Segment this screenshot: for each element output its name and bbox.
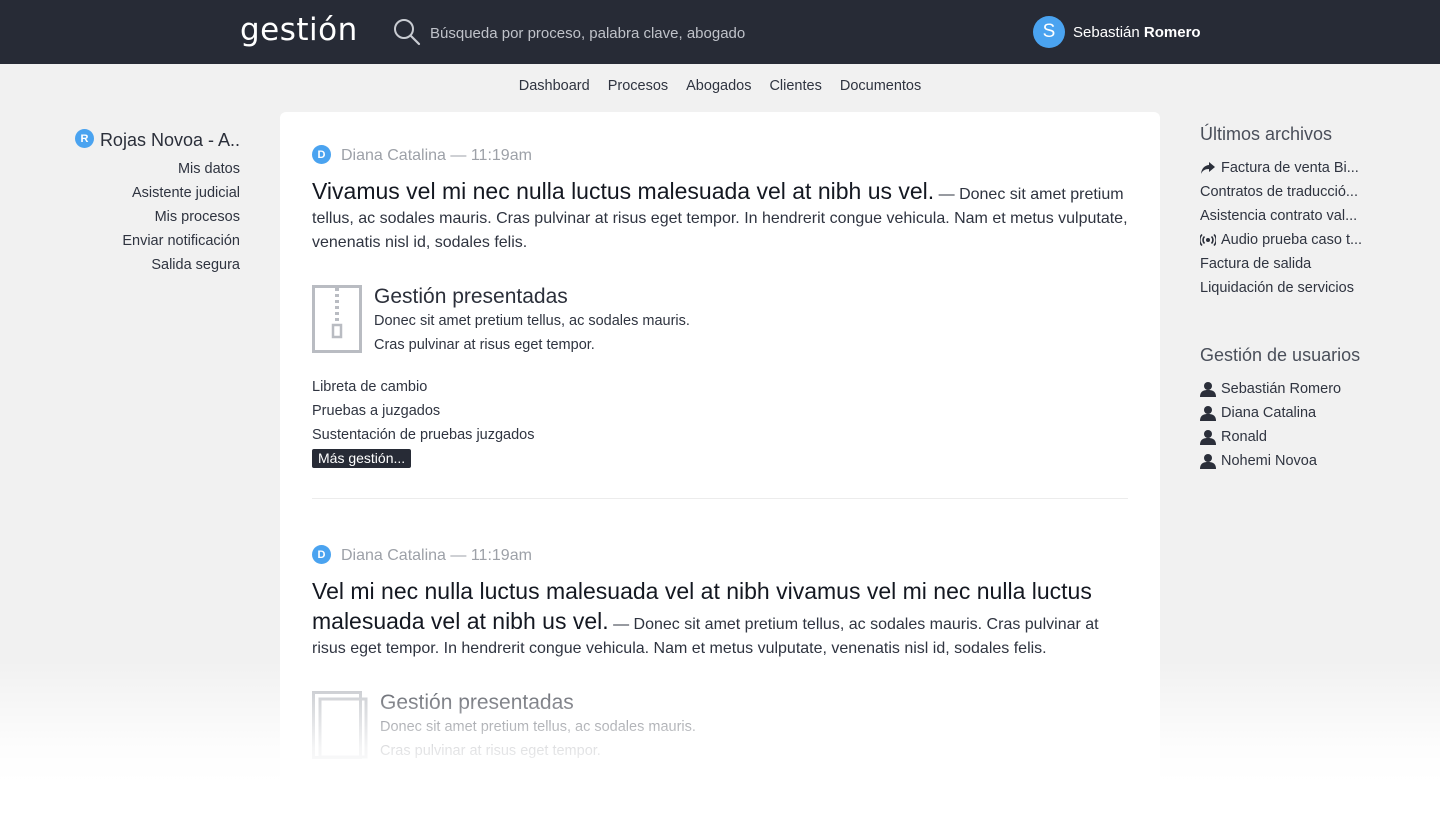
attachment[interactable]: Gestión presentadas Donec sit amet preti…: [312, 691, 1128, 763]
user-menu[interactable]: S Sebastián Romero: [1033, 16, 1201, 48]
feed-card: D Diana Catalina — 11:19am Vivamus vel m…: [280, 112, 1160, 836]
user-icon: [1200, 382, 1216, 397]
file-item[interactable]: Factura de venta Bi...: [1200, 156, 1400, 180]
user-label: Sebastián Romero: [1221, 381, 1342, 397]
top-bar: gestión S Sebastián Romero: [0, 0, 1440, 64]
nav-procesos[interactable]: Procesos: [608, 78, 668, 94]
right-sidebar: Últimos archivos Factura de venta Bi... …: [1200, 122, 1400, 473]
file-label: Liquidación de servicios: [1200, 280, 1354, 296]
menu-mis-procesos[interactable]: Mis procesos: [80, 205, 240, 229]
feed-post: D Diana Catalina — 11:19am Vel mi nec nu…: [312, 545, 1128, 763]
user-name: Sebastián Romero: [1073, 24, 1201, 41]
attachment-line: Cras pulvinar at risus eget tempor.: [380, 743, 601, 759]
main-nav: Dashboard Procesos Abogados Clientes Doc…: [0, 78, 1440, 94]
more-button[interactable]: Más gestión...: [312, 449, 412, 468]
attachment-body: Gestión presentadas Donec sit amet preti…: [380, 691, 696, 763]
file-label: Audio prueba caso t...: [1221, 232, 1363, 248]
org-badge: R: [74, 129, 94, 148]
app-logo[interactable]: gestión: [240, 12, 358, 48]
left-sidebar: R Rojas Novoa - A.. Mis datos Asistente …: [74, 129, 240, 277]
user-management-title: Gestión de usuarios: [1200, 345, 1361, 365]
user-icon: [1200, 430, 1216, 445]
link-sustentacion-pruebas[interactable]: Sustentación de pruebas juzgados: [312, 423, 1128, 447]
user-icon: [1200, 454, 1216, 469]
user-item[interactable]: Nohemi Novoa: [1200, 449, 1400, 473]
user-label: Diana Catalina: [1221, 405, 1317, 421]
file-item[interactable]: Factura de salida: [1200, 252, 1400, 276]
post-meta: D Diana Catalina — 11:19am: [312, 145, 1128, 165]
post-body: Vivamus vel mi nec nulla luctus malesuad…: [312, 177, 1128, 255]
feed-post: D Diana Catalina — 11:19am Vivamus vel m…: [312, 145, 1128, 468]
post-author-time: Diana Catalina — 11:19am: [341, 146, 532, 164]
user-item[interactable]: Diana Catalina: [1200, 401, 1400, 425]
avatar: S: [1033, 16, 1065, 48]
user-management: Gestión de usuarios Sebastián Romero Dia…: [1200, 343, 1400, 473]
nav-clientes[interactable]: Clientes: [769, 78, 821, 94]
recent-files-title: Últimos archivos: [1200, 124, 1333, 144]
link-pruebas-a-juzgados[interactable]: Pruebas a juzgados: [312, 399, 1128, 423]
user-label: Nohemi Novoa: [1221, 453, 1317, 469]
file-item[interactable]: Liquidación de servicios: [1200, 276, 1400, 300]
org-header[interactable]: R Rojas Novoa - A..: [74, 129, 240, 151]
user-label: Ronald: [1221, 429, 1267, 445]
post-author-time: Diana Catalina — 11:19am: [341, 546, 532, 564]
post-meta: D Diana Catalina — 11:19am: [312, 545, 1128, 565]
file-label: Contratos de traducció...: [1200, 184, 1358, 200]
user-icon: [1200, 406, 1216, 421]
audio-icon: [1200, 233, 1216, 247]
file-label: Factura de venta Bi...: [1221, 160, 1359, 176]
user-item[interactable]: Ronald: [1200, 425, 1400, 449]
file-item[interactable]: Contratos de traducció...: [1200, 180, 1400, 204]
share-icon: [1201, 162, 1215, 174]
attachment-body: Gestión presentadas Donec sit amet preti…: [374, 285, 690, 357]
post-body: Vel mi nec nulla luctus malesuada vel at…: [312, 577, 1128, 661]
link-libreta-de-cambio[interactable]: Libreta de cambio: [312, 375, 1128, 399]
recent-files: Últimos archivos Factura de venta Bi... …: [1200, 122, 1400, 300]
file-item[interactable]: Audio prueba caso t...: [1200, 228, 1400, 252]
file-label: Factura de salida: [1200, 256, 1312, 272]
search-icon[interactable]: [393, 18, 421, 46]
attachment-line: Cras pulvinar at risus eget tempor.: [374, 337, 595, 353]
attachment[interactable]: Gestión presentadas Donec sit amet preti…: [312, 285, 1128, 357]
menu-salida-segura[interactable]: Salida segura: [80, 253, 240, 277]
attachment-line: Donec sit amet pretium tellus, ac sodale…: [374, 313, 690, 329]
user-item[interactable]: Sebastián Romero: [1200, 377, 1400, 401]
org-name: Rojas Novoa - A..: [99, 130, 240, 150]
search-input[interactable]: [430, 20, 990, 46]
file-label: Asistencia contrato val...: [1200, 208, 1358, 224]
account-menu: Mis datos Asistente judicial Mis proceso…: [80, 157, 240, 277]
author-badge: D: [312, 545, 331, 564]
menu-enviar-notificacion[interactable]: Enviar notificación: [80, 229, 240, 253]
menu-asistente-judicial[interactable]: Asistente judicial: [80, 181, 240, 205]
attachment-title: Gestión presentadas: [380, 691, 574, 714]
post-title[interactable]: Vivamus vel mi nec nulla luctus malesuad…: [312, 178, 934, 204]
post-divider: [312, 498, 1128, 499]
post-links: Libreta de cambio Pruebas a juzgados Sus…: [312, 375, 1128, 468]
zip-file-icon: [312, 285, 362, 353]
user-last-name: Romero: [1143, 23, 1201, 41]
user-first-name: Sebastián: [1073, 23, 1140, 41]
document-icon: [312, 691, 368, 759]
nav-abogados[interactable]: Abogados: [686, 78, 751, 94]
nav-documentos[interactable]: Documentos: [840, 78, 921, 94]
nav-dashboard[interactable]: Dashboard: [519, 78, 590, 94]
attachment-title: Gestión presentadas: [374, 285, 568, 308]
file-item[interactable]: Asistencia contrato val...: [1200, 204, 1400, 228]
attachment-line: Donec sit amet pretium tellus, ac sodale…: [380, 719, 696, 735]
menu-mis-datos[interactable]: Mis datos: [80, 157, 240, 181]
author-badge: D: [312, 145, 331, 164]
